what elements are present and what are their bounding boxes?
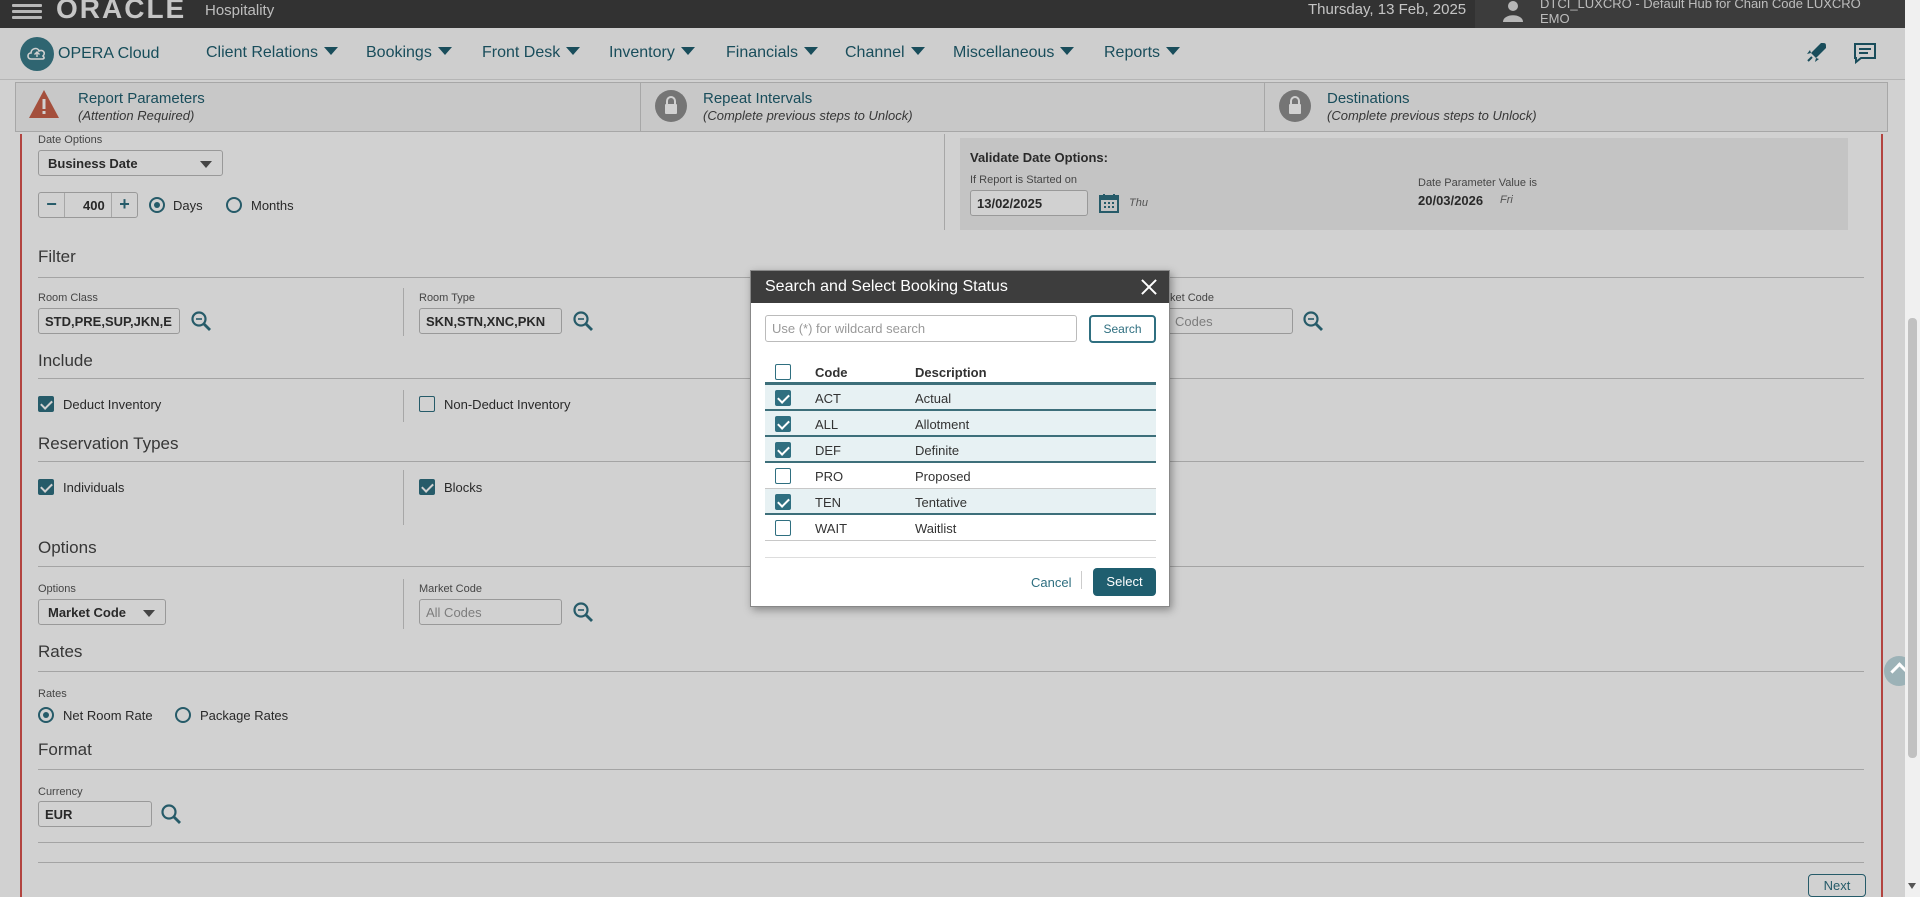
row-code: WAIT <box>815 521 848 536</box>
select-all-checkbox[interactable] <box>775 364 791 380</box>
column-header-description: Description <box>915 365 987 380</box>
close-icon[interactable] <box>1139 277 1159 297</box>
table-row[interactable]: WAIT Waitlist <box>765 515 1156 541</box>
page-scrollbar[interactable] <box>1905 0 1920 897</box>
row-code: TEN <box>815 495 841 510</box>
row-checkbox[interactable] <box>775 520 791 536</box>
row-description: Actual <box>915 391 952 406</box>
row-checkbox[interactable] <box>775 468 791 484</box>
divider <box>765 557 1156 558</box>
dialog-header: Search and Select Booking Status <box>751 271 1169 303</box>
table-row[interactable]: PRO Proposed <box>765 463 1156 489</box>
cancel-button[interactable]: Cancel <box>1031 575 1071 590</box>
dialog-search-button[interactable]: Search <box>1089 315 1156 343</box>
scroll-thumb[interactable] <box>1908 318 1917 758</box>
table-row[interactable]: DEF Definite <box>765 437 1156 463</box>
table-row[interactable]: TEN Tentative <box>765 489 1156 515</box>
row-checkbox[interactable] <box>775 494 791 510</box>
row-checkbox[interactable] <box>775 442 791 458</box>
scroll-down-arrow-icon[interactable] <box>1908 883 1916 889</box>
button-separator <box>1081 571 1082 589</box>
row-description: Tentative <box>915 495 968 510</box>
row-code: PRO <box>815 469 844 484</box>
dialog-title: Search and Select Booking Status <box>765 278 1008 295</box>
table-row[interactable]: ALL Allotment <box>765 411 1156 437</box>
select-button[interactable]: Select <box>1093 568 1156 596</box>
row-description: Definite <box>915 443 960 458</box>
row-checkbox[interactable] <box>775 416 791 432</box>
row-code: DEF <box>815 443 841 458</box>
table-header: Code Description <box>765 359 1156 385</box>
booking-status-dialog: Search and Select Booking Status Search … <box>750 270 1170 607</box>
row-description: Allotment <box>915 417 970 432</box>
column-header-code: Code <box>815 365 848 380</box>
row-checkbox[interactable] <box>775 390 791 406</box>
dialog-search-input[interactable] <box>765 315 1077 342</box>
booking-status-table: Code Description ACT Actual ALL Allotmen… <box>765 359 1156 541</box>
row-description: Waitlist <box>915 521 957 536</box>
row-description: Proposed <box>915 469 971 484</box>
table-row[interactable]: ACT Actual <box>765 385 1156 411</box>
row-code: ALL <box>815 417 839 432</box>
row-code: ACT <box>815 391 841 406</box>
